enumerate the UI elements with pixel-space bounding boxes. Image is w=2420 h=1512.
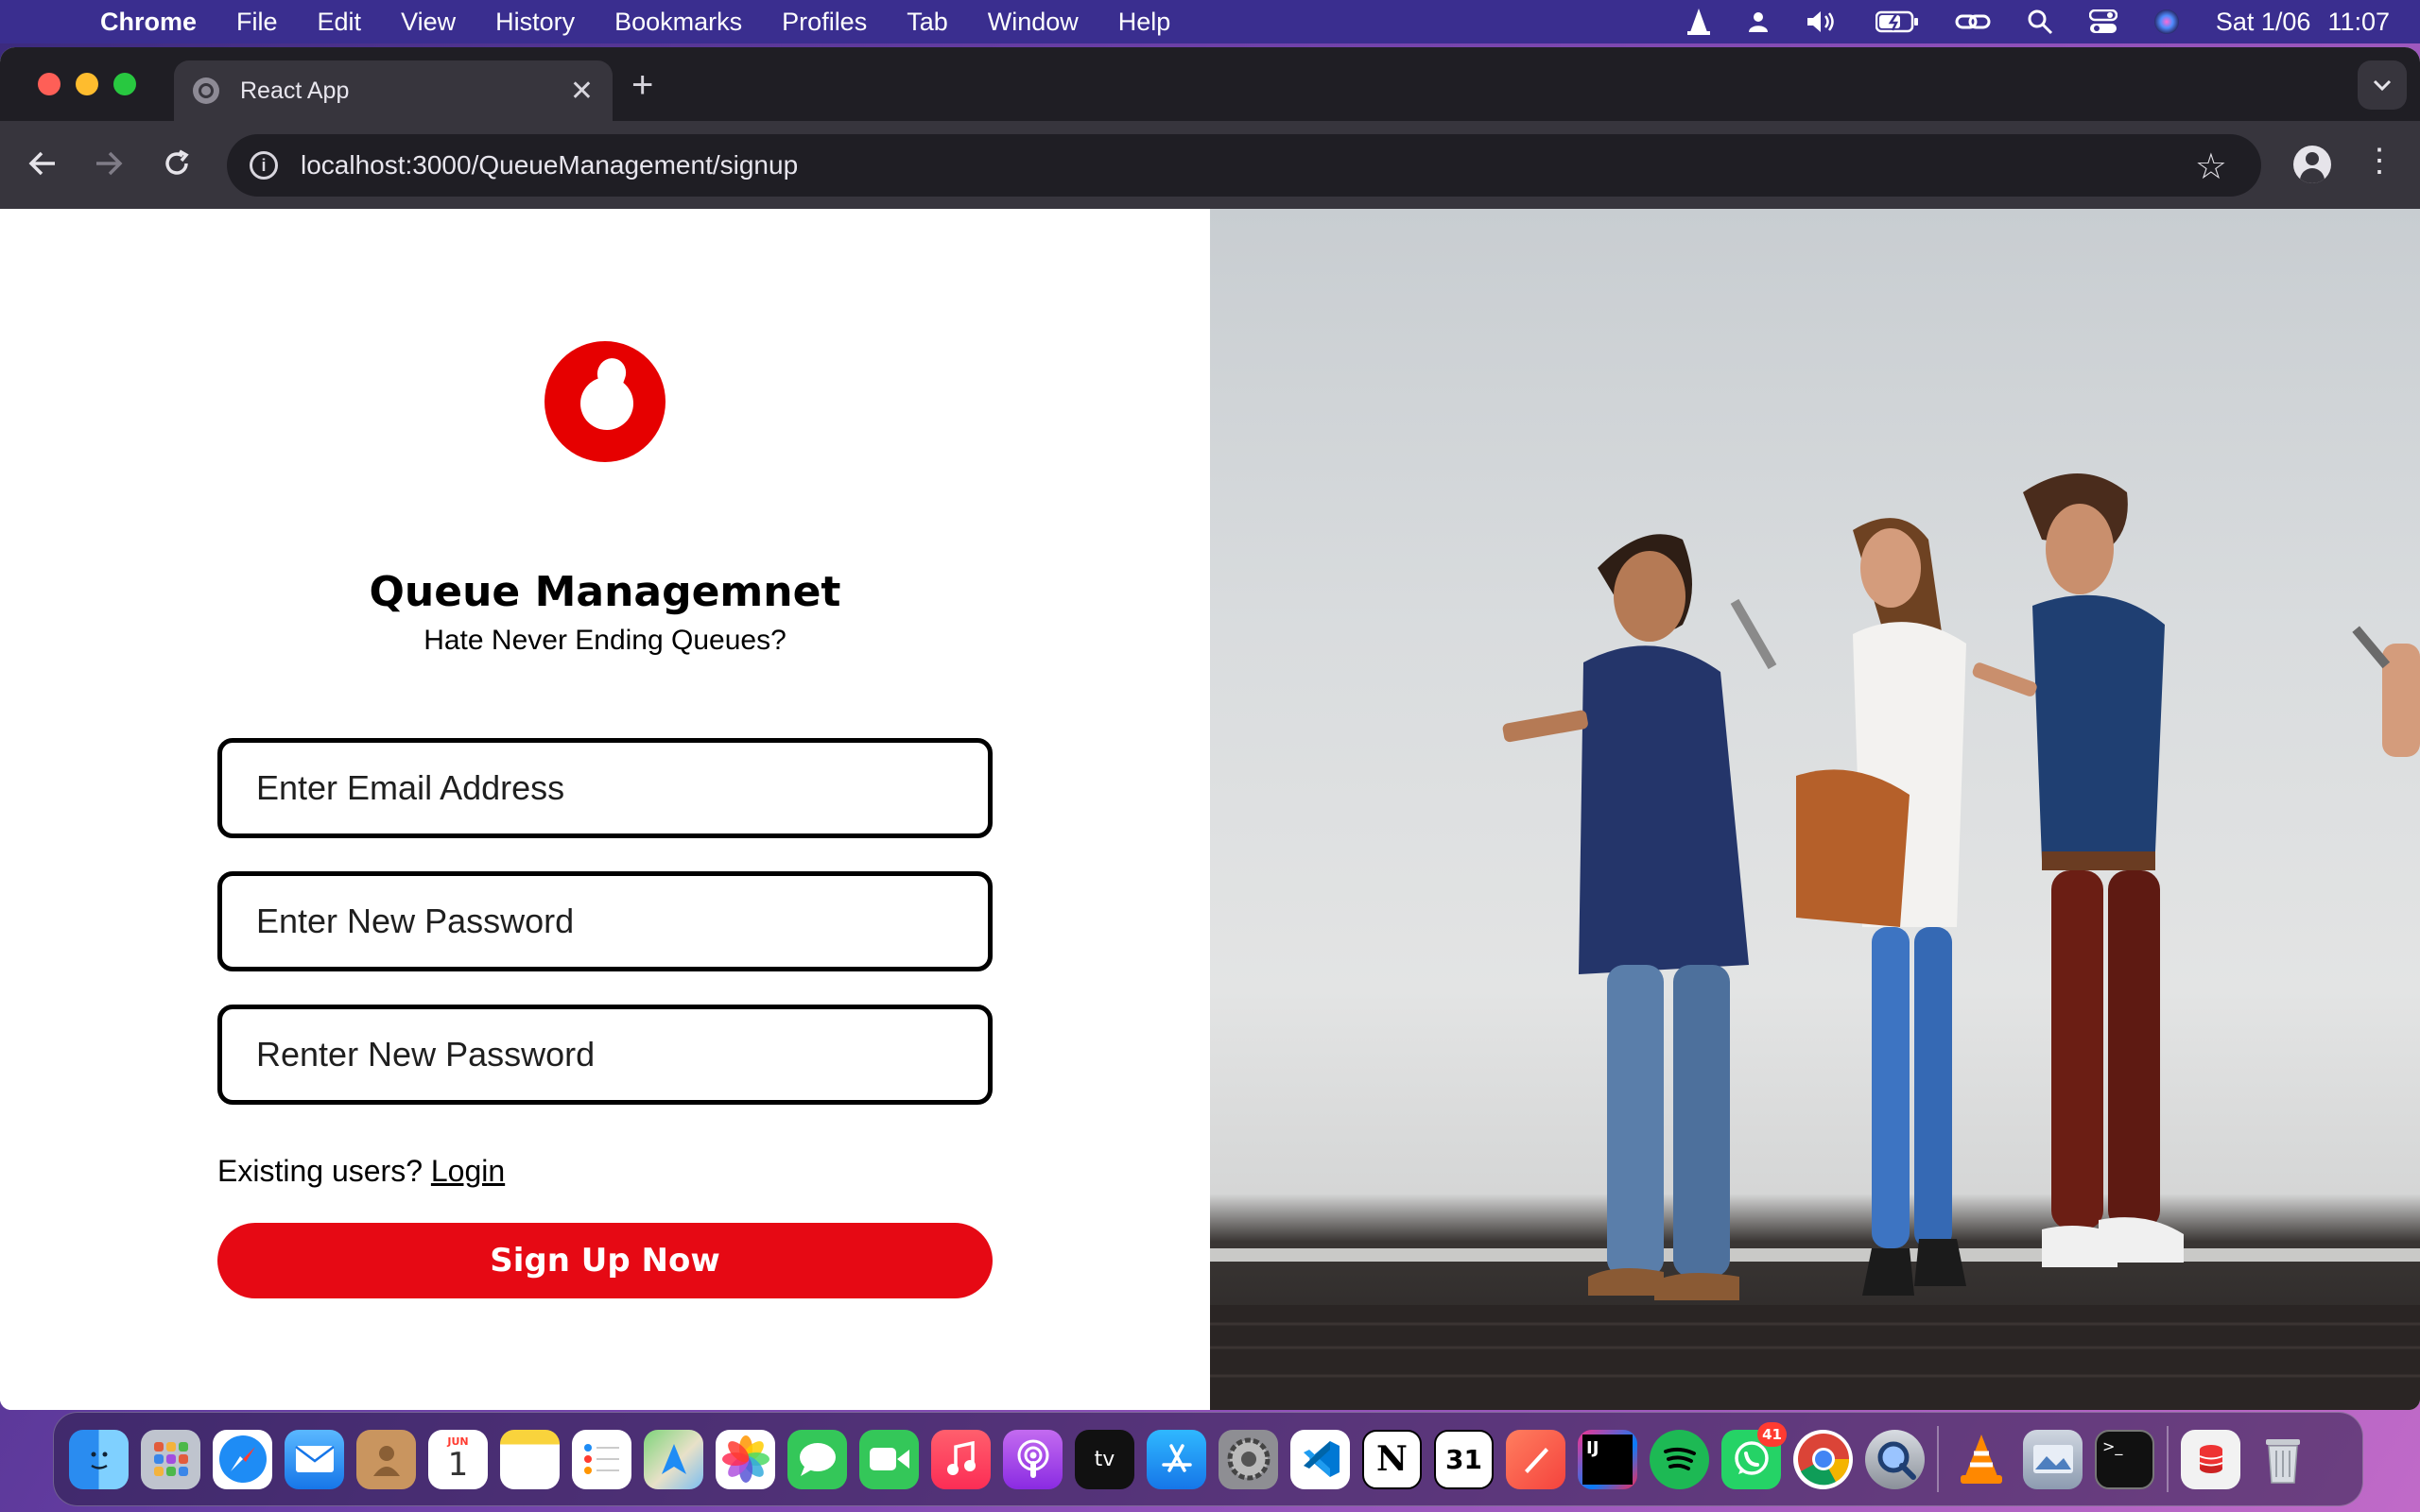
- dock-separator: [1937, 1426, 1939, 1492]
- vodafone-logo: [544, 341, 666, 462]
- email-field[interactable]: [217, 738, 993, 838]
- vscode-icon[interactable]: [1290, 1429, 1350, 1489]
- close-window-button[interactable]: [38, 73, 60, 95]
- user-status-icon[interactable]: [1747, 10, 1770, 33]
- back-button[interactable]: [21, 142, 64, 185]
- menu-app-name[interactable]: Chrome: [100, 8, 197, 37]
- new-tab-button[interactable]: +: [631, 66, 653, 104]
- document-icon[interactable]: [2181, 1429, 2240, 1489]
- tab-search-button[interactable]: [2358, 60, 2407, 110]
- signup-panel: Queue Managemnet Hate Never Ending Queue…: [0, 209, 1210, 1410]
- vlc-status-icon[interactable]: [1686, 8, 1711, 36]
- login-link[interactable]: Login: [431, 1154, 505, 1188]
- window-controls: [38, 73, 136, 95]
- spotlight-search-icon[interactable]: [2027, 9, 2053, 35]
- chrome-icon[interactable]: [1793, 1429, 1853, 1489]
- siri-icon[interactable]: [2153, 9, 2180, 35]
- quicktime-icon[interactable]: [1865, 1429, 1925, 1489]
- chevron-down-icon: [2373, 79, 2392, 92]
- facetime-icon[interactable]: [859, 1429, 919, 1489]
- spotify-icon[interactable]: [1650, 1429, 1709, 1489]
- tab-react-app[interactable]: React App ✕: [174, 60, 613, 121]
- menubar-date[interactable]: Sat 1/06: [2216, 8, 2311, 37]
- vlc-icon[interactable]: [1951, 1430, 2011, 1489]
- notes-icon[interactable]: [500, 1429, 560, 1489]
- volume-icon[interactable]: [1806, 9, 1840, 34]
- terminal-icon[interactable]: >_: [2095, 1429, 2154, 1489]
- existing-users-text: Existing users? Login: [217, 1154, 505, 1189]
- dock-separator-2: [2167, 1426, 2169, 1492]
- preview-icon[interactable]: [2023, 1429, 2083, 1489]
- menu-tab[interactable]: Tab: [907, 8, 948, 37]
- messages-icon[interactable]: [787, 1429, 847, 1489]
- page-content: Queue Managemnet Hate Never Ending Queue…: [0, 209, 2420, 1410]
- control-center-icon[interactable]: [2088, 9, 2118, 34]
- arrow-right-icon: [96, 151, 123, 176]
- mail-icon[interactable]: [285, 1429, 344, 1489]
- arrow-left-icon: [28, 151, 55, 176]
- existing-users-label: Existing users?: [217, 1154, 431, 1188]
- podcasts-icon[interactable]: [1003, 1429, 1063, 1489]
- tab-close-icon[interactable]: ✕: [570, 75, 594, 108]
- music-icon[interactable]: [931, 1429, 991, 1489]
- paintbrush-app-icon[interactable]: [1506, 1429, 1565, 1489]
- url-text[interactable]: localhost:3000/QueueManagement/signup: [301, 150, 798, 180]
- minimize-window-button[interactable]: [76, 73, 98, 95]
- menu-file[interactable]: File: [236, 8, 278, 37]
- photos-icon[interactable]: [716, 1429, 775, 1489]
- menu-profiles[interactable]: Profiles: [782, 8, 867, 37]
- new-password-field[interactable]: [217, 871, 993, 971]
- launchpad-icon[interactable]: [141, 1429, 200, 1489]
- page-subtitle: Hate Never Ending Queues?: [424, 625, 786, 656]
- reminders-icon[interactable]: [572, 1429, 631, 1489]
- menu-edit[interactable]: Edit: [318, 8, 362, 37]
- safari-icon[interactable]: [213, 1429, 272, 1489]
- tab-title: React App: [240, 77, 350, 104]
- tab-strip: React App ✕ +: [0, 47, 2420, 121]
- calendar-day: 1: [447, 1446, 469, 1484]
- site-info-icon[interactable]: i: [250, 151, 278, 180]
- battery-icon[interactable]: [1875, 10, 1919, 33]
- sign-up-button[interactable]: Sign Up Now: [217, 1223, 993, 1298]
- dock: JUN 1 tv N 31 IJ 41 >_: [53, 1412, 2363, 1506]
- browser-toolbar: i localhost:3000/QueueManagement/signup …: [0, 121, 2420, 209]
- fullscreen-window-button[interactable]: [113, 73, 136, 95]
- menu-window[interactable]: Window: [988, 8, 1079, 37]
- link-status-icon[interactable]: [1955, 10, 1991, 33]
- finder-icon[interactable]: [69, 1429, 129, 1489]
- menu-history[interactable]: History: [495, 8, 575, 37]
- maps-icon[interactable]: [644, 1429, 703, 1489]
- reload-button[interactable]: [155, 142, 199, 185]
- profile-avatar-icon[interactable]: [2293, 146, 2331, 183]
- menubar-time[interactable]: 11:07: [2327, 8, 2390, 37]
- trash-icon[interactable]: [2253, 1430, 2312, 1489]
- menu-view[interactable]: View: [401, 8, 456, 37]
- menu-help[interactable]: Help: [1118, 8, 1171, 37]
- whatsapp-icon[interactable]: 41: [1721, 1421, 1787, 1489]
- whatsapp-badge: 41: [1757, 1421, 1787, 1447]
- browser-menu-icon[interactable]: ⋮: [2363, 142, 2395, 180]
- globe-icon: [193, 77, 219, 104]
- browser-window: React App ✕ + i localhost:3000/QueueMana…: [0, 47, 2420, 1410]
- confirm-password-field[interactable]: [217, 1005, 993, 1105]
- page-title: Queue Managemnet: [369, 568, 841, 616]
- queue-people-image: [1210, 209, 2420, 1410]
- calendar-icon[interactable]: JUN 1: [428, 1429, 488, 1489]
- contacts-icon[interactable]: [356, 1429, 416, 1489]
- tv-icon[interactable]: tv: [1075, 1429, 1134, 1489]
- intellij-icon[interactable]: IJ: [1578, 1429, 1637, 1489]
- address-bar[interactable]: i localhost:3000/QueueManagement/signup …: [227, 134, 2261, 197]
- menu-bar: Chrome File Edit View History Bookmarks …: [0, 0, 2420, 43]
- notion-calendar-icon[interactable]: 31: [1434, 1429, 1494, 1489]
- system-settings-icon[interactable]: [1219, 1429, 1278, 1489]
- menu-bookmarks[interactable]: Bookmarks: [614, 8, 742, 37]
- forward-button[interactable]: [87, 142, 130, 185]
- app-store-icon[interactable]: [1147, 1429, 1206, 1489]
- notion-icon[interactable]: N: [1362, 1429, 1422, 1489]
- reload-icon: [165, 149, 189, 175]
- bookmark-star-icon[interactable]: ☆: [2195, 146, 2227, 188]
